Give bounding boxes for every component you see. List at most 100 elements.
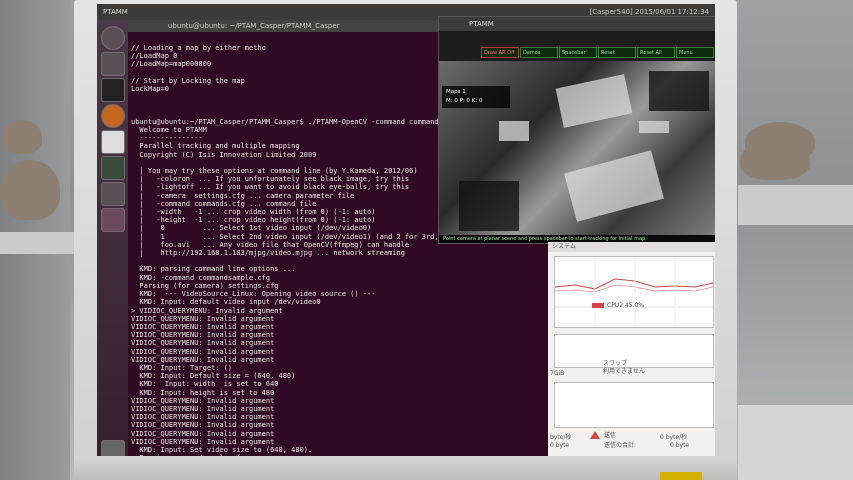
- maps-label: Maps 1: [446, 89, 466, 95]
- terminal-line: Parsing (for camera) settings.cfg: [131, 281, 279, 290]
- net-left-bottom: 0 byte: [550, 442, 570, 449]
- ptamm-window[interactable]: PTAMM Draw AR Off Demos Spacebar Reset Reset…: [438, 16, 715, 244]
- terminal-output: // Loading a map by either metho//LoadMa…: [131, 44, 464, 456]
- desk: [0, 232, 74, 254]
- terminal-line: | You may try these options at command l…: [131, 167, 418, 176]
- ptamm-menu-item[interactable]: Demos: [520, 47, 558, 58]
- scene-shape: [649, 71, 709, 111]
- scene-shape: [555, 74, 633, 128]
- terminal-line: | -command commands.cfg ... command file: [131, 199, 317, 208]
- terminal-line: KMD: --- VideoSource_Linux: Opening vide…: [131, 290, 376, 299]
- terminal-line: VIDIOC_QUERYMENU: Invalid argument: [131, 396, 275, 405]
- maps-info-box: Maps 1 M: 0 P: 0 K: 0: [442, 86, 510, 108]
- scene-shape: [639, 121, 669, 133]
- terminal-line: VIDIOC_QUERYMENU: Invalid argument: [131, 429, 275, 438]
- terminal-line: KMD: Input: Default size = (640, 480): [131, 372, 296, 381]
- scene-shape: [564, 150, 664, 222]
- terminal-line: //LoadMap 0: [131, 52, 178, 61]
- terminal-line: KMD: Input: Set video size to (640, 480)…: [131, 445, 313, 454]
- terminal-line: KMD: parsing command line options ...: [131, 265, 296, 274]
- document-icon[interactable]: [101, 130, 125, 154]
- terminal-line: Welcome to PTAMM: [131, 126, 207, 135]
- terminal-line: VIDIOC_QUERYMENU: Invalid argument: [131, 339, 275, 348]
- memory-value: 7GiB: [550, 370, 565, 377]
- files-icon[interactable]: [101, 52, 125, 76]
- help-icon[interactable]: [101, 182, 125, 206]
- net-right-top: 0 byte/秒: [660, 434, 688, 441]
- terminal-line: // Loading a map by either metho: [131, 44, 266, 52]
- cpu-label: CPU2 45.0%: [607, 302, 644, 309]
- terminal-line: ubuntu@ubuntu:~/PTAM_Casper/PTAMM_Casper…: [131, 117, 464, 126]
- ptamm-menu-item[interactable]: Reset: [598, 47, 636, 58]
- monitor-screen: PTAMM [Casper540] 2015/06/01 17:12:34 ub…: [97, 4, 715, 456]
- terminal-line: | -lightoff ... If you want to avoid bla…: [131, 183, 410, 192]
- terminal-line: | -camera settings.cfg ... camera parame…: [131, 191, 355, 200]
- terminal-line: KMD: -command commandsample.cfg: [131, 273, 271, 282]
- trash-icon[interactable]: [101, 440, 125, 456]
- terminal-line: VIDIOC_QUERYMENU: Invalid argument: [131, 314, 275, 323]
- terminal-line: | 0 ... Select 1st video input (/dev/vid…: [131, 224, 372, 233]
- scene-shape: [459, 181, 519, 231]
- swap-label: スワップ: [603, 360, 628, 367]
- terminal-line: VIDIOC_QUERYMENU: Invalid argument: [131, 404, 275, 413]
- ptamm-title-bar: PTAMM: [439, 17, 715, 31]
- chair: [0, 160, 60, 220]
- terminal-line: VIDIOC_QUERYMENU: Invalid argument: [131, 421, 275, 430]
- terminal-line: // Start by Locking the map: [131, 76, 245, 85]
- monitor-label-sticker: [660, 472, 702, 480]
- desk: [738, 185, 853, 225]
- terminal-line: Copyright (C) Isis Innovation Limited 20…: [131, 150, 317, 159]
- chair: [2, 120, 42, 154]
- terminal-line: | -width -1 ... crop video width (from 0…: [131, 208, 376, 217]
- terminal-line: > VIDIOC_QUERYMENU: Invalid argument: [131, 306, 283, 315]
- terminal-line: VIDIOC_QUERYMENU: Invalid argument: [131, 413, 275, 422]
- ptamm-menu-item[interactable]: Reset All: [637, 47, 675, 58]
- system-monitor-icon[interactable]: [101, 156, 125, 180]
- ptamm-menu-bar: Draw AR Off Demos Spacebar Reset Reset All Me…: [481, 47, 715, 58]
- terminal-line: VIDIOC_QUERYMENU: Invalid argument: [131, 322, 275, 331]
- sysmon-header: システム: [548, 242, 715, 252]
- swap-sub: 利用できません: [603, 368, 645, 375]
- terminal-icon[interactable]: [101, 78, 125, 102]
- chair: [740, 140, 810, 180]
- terminal-line: ---------------: [131, 134, 203, 143]
- ptamm-menu-item[interactable]: Spacebar: [559, 47, 597, 58]
- swap-info: スワップ 利用できません: [603, 360, 645, 376]
- terminal-line: | http://192.168.1.183/mjpg/video.mjpg .…: [131, 249, 405, 258]
- desk: [738, 405, 853, 480]
- maps-stats: M: 0 P: 0 K: 0: [446, 98, 483, 104]
- net-left-top: byte/秒: [550, 434, 572, 441]
- workspaces-icon[interactable]: [101, 208, 125, 232]
- ptamm-menu-item[interactable]: Draw AR Off: [481, 47, 519, 58]
- terminal-line: KMD: Input: Target: (): [131, 363, 233, 372]
- terminal-line: KMD: Input: width is set to 640: [131, 380, 279, 389]
- cpu-graph-lines: [554, 257, 714, 327]
- terminal-line: Parallel tracking and multiple mapping: [131, 142, 300, 151]
- terminal-line: VIDIOC_QUERYMENU: Invalid argument: [131, 331, 275, 340]
- cpu-history-graph: [554, 256, 714, 328]
- terminal-line: VIDIOC_QUERYMENU: Invalid argument: [131, 347, 275, 356]
- ptamm-menu-item[interactable]: Menu: [676, 47, 714, 58]
- terminal-line: | foo.avi ... Any video file that OpenCV…: [131, 240, 410, 249]
- system-monitor-window[interactable]: システム CPU2 45.0% スワップ 利用できません 7GiB byte/秒…: [548, 242, 715, 456]
- cpu-color-swatch: [592, 303, 604, 308]
- launcher-bar: [97, 20, 128, 456]
- active-app-name: PTAMM: [103, 8, 128, 16]
- dash-icon[interactable]: [101, 26, 125, 50]
- terminal-line: VIDIOC_QUERYMENU: Invalid argument: [131, 355, 275, 364]
- terminal-line: KMD: Input: default video input /dev/vid…: [131, 298, 321, 307]
- cpu-legend: CPU2 45.0%: [592, 302, 644, 309]
- send-total-label: 送信の合計:: [604, 442, 637, 449]
- terminal-line: KMD: Input: height is set to 480: [131, 388, 275, 397]
- terminal-line: | 1 ... Select 2nd video input (/dev/vid…: [131, 232, 460, 241]
- terminal-line: | -height -1 ... crop video height(from …: [131, 216, 376, 225]
- terminal-line: | -coloron ... If you unfortunately see …: [131, 175, 410, 184]
- send-arrow-icon: [590, 431, 600, 439]
- terminal-line: //LoadMap=map000000: [131, 60, 212, 69]
- firefox-icon[interactable]: [101, 104, 125, 128]
